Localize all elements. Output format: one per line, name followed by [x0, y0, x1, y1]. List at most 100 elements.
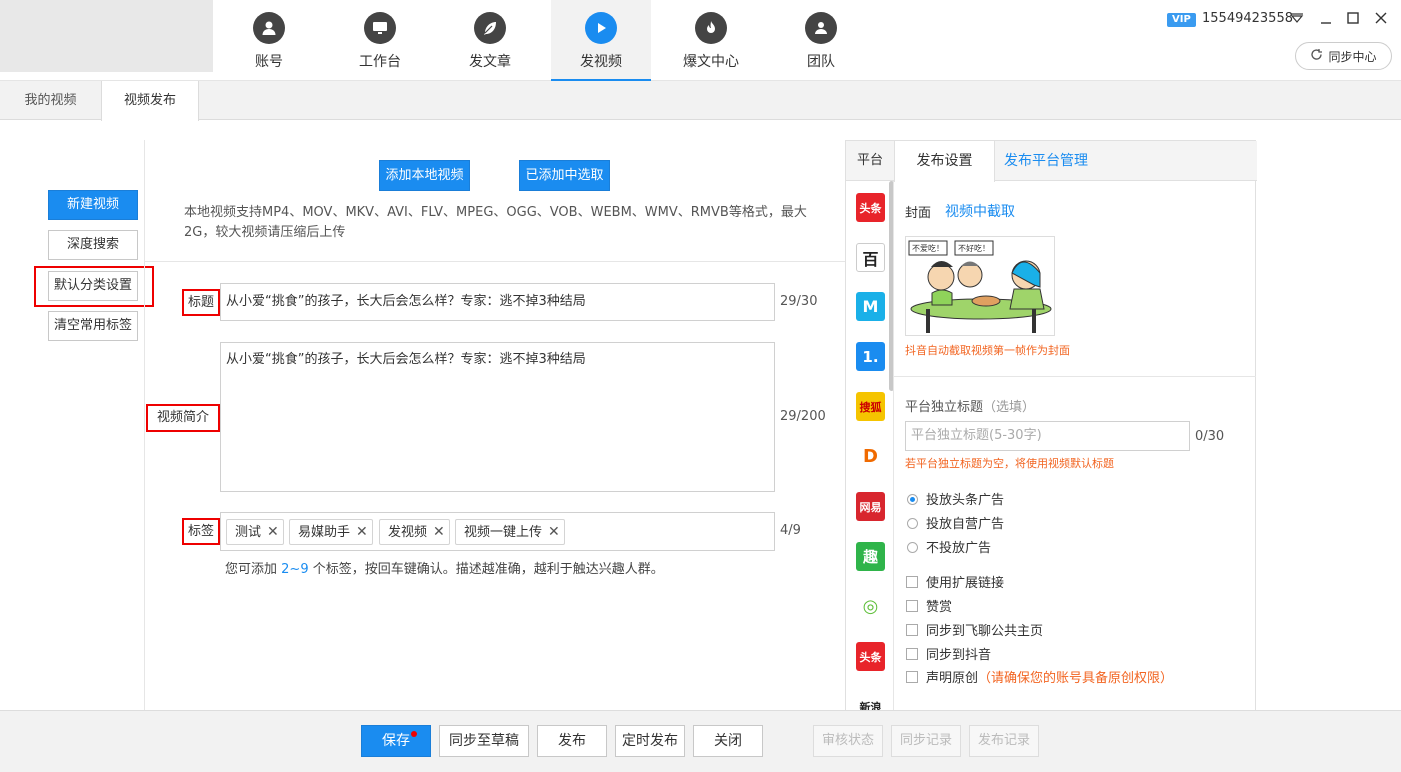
nav-account[interactable]: 账号	[219, 0, 319, 81]
monitor-icon	[364, 12, 396, 44]
indep-title-text: 平台独立标题	[905, 400, 984, 415]
tag-text: 发视频	[388, 525, 428, 540]
checkbox-label: 赞赏	[926, 600, 953, 615]
ad-option-label: 投放头条广告	[926, 493, 1005, 508]
tags-hint-post: 个标签，按回车键确认。描述越准确，越利于触达兴趣人群。	[312, 562, 664, 577]
checkbox-icon[interactable]	[906, 648, 918, 660]
ad-option-self[interactable]: 投放自营广告	[907, 513, 1004, 532]
capture-from-video-link[interactable]: 视频中截取	[945, 201, 1015, 221]
nav-video[interactable]: 发视频	[551, 0, 651, 81]
cover-bubble-1: 不爱吃！	[912, 243, 944, 253]
indep-title-count: 0/30	[1195, 429, 1225, 444]
sohu-icon[interactable]: 搜狐	[856, 392, 885, 421]
default-category-button[interactable]: 默认分类设置	[48, 271, 138, 301]
nav-label: 爆文中心	[683, 54, 739, 70]
schedule-publish-button[interactable]: 定时发布	[615, 725, 685, 757]
tag-text: 测试	[235, 525, 262, 540]
nav-article[interactable]: 发文章	[440, 0, 540, 81]
tab-my-videos[interactable]: 我的视频	[0, 81, 101, 120]
indep-title-optional: （选填）	[983, 400, 1036, 415]
meipai-icon[interactable]: M	[856, 292, 885, 321]
checkbox-sync-douyin[interactable]: 同步到抖音	[906, 644, 991, 663]
tag-chip: 测试 ✕	[226, 519, 284, 545]
nav-label: 团队	[807, 54, 835, 70]
divider	[145, 261, 845, 262]
new-video-button[interactable]: 新建视频	[48, 190, 138, 220]
checkbox-label: 声明原创	[926, 671, 979, 686]
baijiahao-icon[interactable]: 百	[856, 243, 885, 272]
tab-video-publish[interactable]: 视频发布	[101, 81, 199, 121]
cover-image[interactable]: 不爱吃！ 不好吃！	[905, 236, 1055, 336]
tag-chip: 易媒助手 ✕	[289, 519, 373, 545]
nav-hot[interactable]: 爆文中心	[661, 0, 761, 81]
publish-log-button[interactable]: 发布记录	[969, 725, 1039, 757]
deep-search-button[interactable]: 深度搜索	[48, 230, 138, 260]
dropdown-icon[interactable]	[1287, 8, 1307, 28]
team-icon	[805, 12, 837, 44]
platform-scrollbar[interactable]	[889, 181, 893, 391]
netease-icon[interactable]: 网易	[856, 492, 885, 521]
checkbox-label: 同步到抖音	[926, 648, 992, 663]
tags-input[interactable]: 测试 ✕ 易媒助手 ✕ 发视频 ✕ 视频一键上传 ✕	[220, 512, 775, 551]
publish-button[interactable]: 发布	[537, 725, 607, 757]
checkbox-label: 同步到飞聊公共主页	[926, 624, 1044, 639]
yidian-icon[interactable]: 1.	[856, 342, 885, 371]
tag-text: 易媒助手	[298, 525, 351, 540]
toutiao-icon[interactable]: 头条	[856, 193, 885, 222]
dayu-icon[interactable]: D	[856, 442, 885, 471]
qutoutiao-icon[interactable]: 趣	[856, 542, 885, 571]
checkbox-sync-feiliao[interactable]: 同步到飞聊公共主页	[906, 620, 1043, 639]
checkbox-icon[interactable]	[906, 671, 918, 683]
publish-form: 添加本地视频 已添加中选取 本地视频支持MP4、MOV、MKV、AVI、FLV、…	[144, 140, 845, 710]
tag-text: 视频一键上传	[464, 525, 543, 540]
indep-title-note: 若平台独立标题为空，将使用视频默认标题	[905, 457, 1114, 470]
intro-textarea[interactable]: 从小爱“挑食”的孩子，长大后会怎么样？专家：逃不掉3种结局	[220, 342, 775, 492]
minimize-icon[interactable]	[1316, 8, 1336, 28]
radio-icon[interactable]	[907, 542, 918, 553]
cover-label: 封面	[905, 206, 932, 221]
sina-icon[interactable]: 新浪	[856, 692, 885, 711]
checkbox-extended-link[interactable]: 使用扩展链接	[906, 572, 1004, 591]
checkbox-original[interactable]: 声明原创（请确保您的账号具备原创权限）	[906, 667, 1173, 686]
add-local-video-button[interactable]: 添加本地视频	[379, 160, 470, 191]
nav-workbench[interactable]: 工作台	[330, 0, 430, 81]
close-icon[interactable]	[1371, 8, 1391, 28]
tab-platform[interactable]: 平台	[846, 141, 894, 181]
ad-option-label: 不投放广告	[926, 541, 992, 556]
sync-log-button[interactable]: 同步记录	[891, 725, 961, 757]
checkbox-icon[interactable]	[906, 624, 918, 636]
tag-remove-icon[interactable]: ✕	[548, 524, 560, 540]
refresh-icon	[1310, 48, 1323, 64]
sync-draft-button[interactable]: 同步至草稿	[439, 725, 529, 757]
maximize-icon[interactable]	[1343, 8, 1363, 28]
tag-remove-icon[interactable]: ✕	[433, 524, 445, 540]
checkbox-icon[interactable]	[906, 600, 918, 612]
iqiyi-icon[interactable]: ◎	[856, 592, 885, 621]
pick-added-button[interactable]: 已添加中选取	[519, 160, 610, 191]
radio-icon[interactable]	[907, 518, 918, 529]
tag-remove-icon[interactable]: ✕	[356, 524, 368, 540]
intro-count: 29/200	[780, 409, 826, 424]
original-note: （请确保您的账号具备原创权限）	[978, 671, 1174, 686]
review-status-button[interactable]: 审核状态	[813, 725, 883, 757]
cover-bubble-2: 不好吃！	[958, 243, 990, 253]
checkbox-reward[interactable]: 赞赏	[906, 596, 952, 615]
sync-center-button[interactable]: 同步中心	[1295, 42, 1392, 70]
indep-title-input[interactable]: 平台独立标题(5-30字)	[905, 421, 1190, 451]
title-input[interactable]: 从小爱“挑食”的孩子，长大后会怎么样？专家：逃不掉3种结局	[220, 283, 775, 321]
tag-remove-icon[interactable]: ✕	[267, 524, 279, 540]
save-button[interactable]: 保存	[361, 725, 431, 757]
tags-label: 标签	[182, 518, 220, 545]
indep-title-label: 平台独立标题（选填）	[905, 396, 1035, 415]
close-button[interactable]: 关闭	[693, 725, 763, 757]
checkbox-icon[interactable]	[906, 576, 918, 588]
ad-option-toutiao[interactable]: 投放头条广告	[907, 489, 1004, 508]
ad-option-none[interactable]: 不投放广告	[907, 537, 991, 556]
clear-tags-button[interactable]: 清空常用标签	[48, 311, 138, 341]
toutiao-icon[interactable]: 头条	[856, 642, 885, 671]
tab-publish-settings[interactable]: 发布设置	[894, 141, 995, 182]
nav-team[interactable]: 团队	[771, 0, 871, 81]
nav-label: 工作台	[359, 54, 401, 70]
tab-platform-manage[interactable]: 发布平台管理	[1004, 141, 1088, 181]
radio-selected-icon[interactable]	[907, 494, 918, 505]
